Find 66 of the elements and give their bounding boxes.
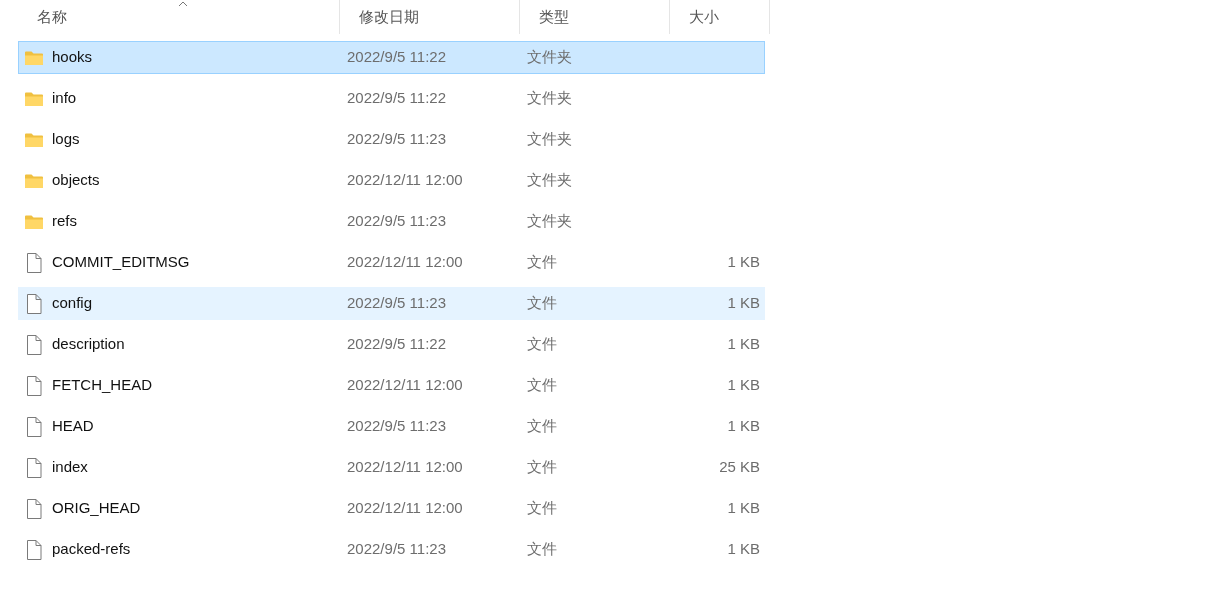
file-type: 文件夹	[527, 171, 572, 189]
file-type: 文件夹	[527, 89, 572, 107]
file-size: 1 KB	[727, 416, 760, 437]
modified-date: 2022/9/5 11:22	[347, 89, 446, 107]
modified-date: 2022/12/11 12:00	[347, 458, 463, 476]
file-name: hooks	[52, 47, 93, 68]
file-name: objects	[52, 170, 100, 191]
file-size: 1 KB	[727, 539, 760, 560]
file-size: 1 KB	[727, 334, 760, 355]
modified-date: 2022/9/5 11:23	[347, 130, 446, 148]
file-icon	[26, 498, 42, 519]
file-name: packed-refs	[52, 539, 131, 560]
modified-date: 2022/12/11 12:00	[347, 499, 463, 517]
folder-icon	[24, 90, 44, 107]
file-name: info	[52, 88, 77, 109]
file-row[interactable]: hooks 2022/9/5 11:22 文件夹	[18, 41, 765, 74]
file-type: 文件夹	[527, 48, 572, 66]
file-size: 1 KB	[727, 293, 760, 314]
file-icon	[26, 334, 42, 355]
file-icon	[26, 539, 42, 560]
modified-date: 2022/9/5 11:23	[347, 212, 446, 230]
file-name: ORIG_HEAD	[52, 498, 141, 519]
file-type: 文件	[527, 335, 557, 353]
file-size: 1 KB	[727, 252, 760, 273]
file-name: FETCH_HEAD	[52, 375, 152, 396]
file-name: refs	[52, 211, 77, 232]
file-type: 文件夹	[527, 212, 572, 230]
modified-date: 2022/12/11 12:00	[347, 253, 463, 271]
file-name: COMMIT_EDITMSG	[52, 252, 190, 273]
column-header[interactable]: 大小	[689, 5, 719, 29]
folder-icon	[24, 131, 44, 148]
file-name: HEAD	[52, 416, 94, 437]
column-header[interactable]: 名称	[37, 5, 67, 29]
file-type: 文件	[527, 253, 557, 271]
folder-icon	[24, 49, 44, 66]
file-icon	[26, 375, 42, 396]
file-type: 文件	[527, 417, 557, 435]
folder-icon	[24, 213, 44, 230]
file-type: 文件	[527, 294, 557, 312]
file-size: 1 KB	[727, 498, 760, 519]
file-size: 1 KB	[727, 375, 760, 396]
modified-date: 2022/9/5 11:23	[347, 294, 446, 312]
modified-date: 2022/9/5 11:22	[347, 335, 446, 353]
modified-date: 2022/9/5 11:22	[347, 48, 446, 66]
modified-date: 2022/9/5 11:23	[347, 417, 446, 435]
file-name: description	[52, 334, 125, 355]
folder-icon	[24, 172, 44, 189]
file-size: 25 KB	[719, 457, 760, 478]
file-name: config	[52, 293, 93, 314]
column-header[interactable]: 类型	[539, 5, 569, 29]
file-type: 文件	[527, 499, 557, 517]
column-header[interactable]: 修改日期	[359, 5, 419, 29]
file-row[interactable]: config 2022/9/5 11:23 文件 1 KB	[18, 287, 765, 320]
file-icon	[26, 457, 42, 478]
modified-date: 2022/12/11 12:00	[347, 376, 463, 394]
modified-date: 2022/9/5 11:23	[347, 540, 446, 558]
file-name: logs	[52, 129, 80, 150]
file-name: index	[52, 457, 88, 478]
file-icon	[26, 252, 42, 273]
file-icon	[26, 416, 42, 437]
modified-date: 2022/12/11 12:00	[347, 171, 463, 189]
file-type: 文件	[527, 376, 557, 394]
file-icon	[26, 293, 42, 314]
file-type: 文件	[527, 458, 557, 476]
file-type: 文件	[527, 540, 557, 558]
file-type: 文件夹	[527, 130, 572, 148]
